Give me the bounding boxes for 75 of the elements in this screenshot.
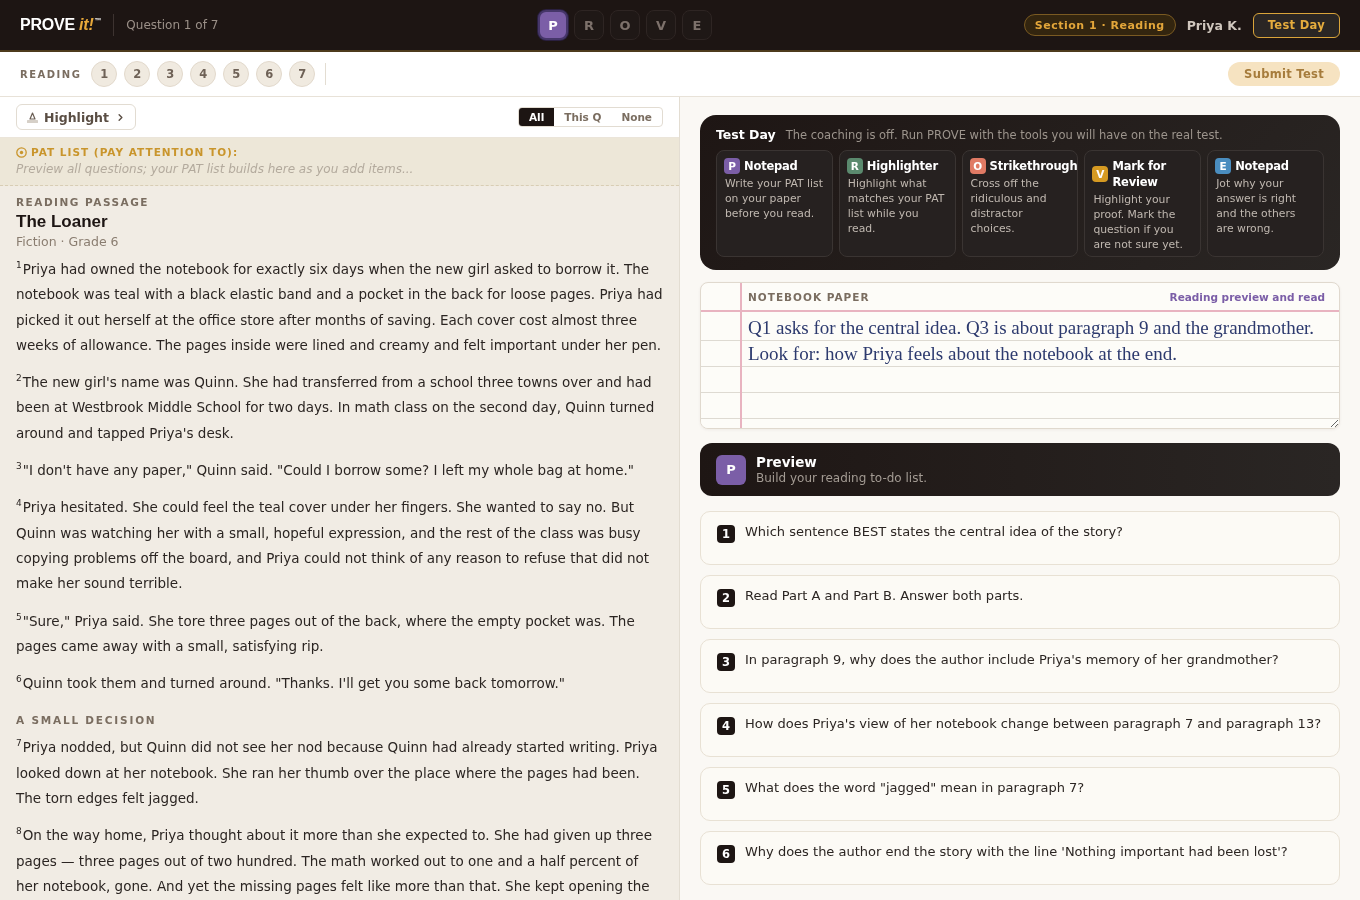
- passage-label: READING PASSAGE: [16, 195, 150, 209]
- passage-paragraph: $^{2}$The new girl's name was Quinn. She had transferred from a school three towns over and had been at Westbrook Middle School for two days. In math class on the second day, Quinn turned around and tapped Priya's desk.: [16, 372, 656, 443]
- step-button[interactable]: E: [682, 10, 712, 40]
- tool-description: Write your PAT list on your paper before you read.: [725, 176, 824, 221]
- question-text: How does Priya's view of her notebook change between paragraph 7 and paragraph 13?: [745, 715, 1322, 733]
- question-number-button[interactable]: 2: [124, 61, 151, 87]
- question-number-button[interactable]: 7: [289, 61, 316, 87]
- pat-list-empty-message: Preview all questions; your PAT list builds here as you add items...: [16, 161, 415, 177]
- question-number-button[interactable]: 6: [256, 61, 283, 87]
- section-label: READING: [20, 68, 82, 80]
- coaching-subtitle: The coaching is off. Run PROVE with the tools you will have on the real test.: [785, 127, 1223, 144]
- question-text: Why does the author end the story with the line 'Nothing important had been lost'?: [745, 843, 1288, 861]
- passage-section-heading: A SMALL DECISION: [16, 713, 158, 728]
- passage-paragraph: $^{3}$"I don't have any paper," Quinn said. "Could I borrow some? I left my whole bag at home.": [16, 460, 635, 481]
- tool-name: Notepad: [1235, 158, 1289, 174]
- pat-list-title: PAT LIST (PAY ATTENTION TO):: [31, 145, 239, 159]
- step-button[interactable]: V: [646, 10, 676, 40]
- tool-name: Notepad: [744, 158, 798, 174]
- question-number-button[interactable]: 4: [190, 61, 217, 87]
- passage-paragraph: $^{4}$Priya hesitated. She could feel the teal cover under her fingers. She wanted to say no. But Quinn was watching her with a small, hopeful expression, and the rest of the class was busy copying problems off the board, and Priya could not think of any reason to refuse that did not make her sound terrible.: [16, 497, 651, 594]
- question-number-badge: 3: [717, 653, 735, 671]
- tool-name: Strikethrough: [989, 158, 1078, 174]
- step-button[interactable]: P: [538, 10, 568, 40]
- notebook-stage: Reading preview and read: [1169, 290, 1325, 303]
- section-badge: Section 1 · Reading: [1023, 14, 1176, 36]
- tool-name: Highlighter: [866, 158, 938, 174]
- step-button[interactable]: R: [574, 10, 604, 40]
- coaching-title: Test Day: [716, 126, 776, 144]
- question-number-badge: 1: [717, 525, 735, 543]
- tool-description: Highlight your proof. Mark the question if you are not sure yet.: [1093, 192, 1184, 252]
- logo: PROVE it!$^{™}$: [20, 16, 102, 34]
- passage-paragraph: $^{1}$Priya had owned the notebook for exactly six days when the new girl asked to borrow it. The notebook was teal with a black elastic band and a pocket in the back for loose pages. Priya had picked it out herself at the office store after months of saving. Each cover cost almost three weeks of allowance. The pages inside were lined and creamy and felt important under her pen.: [16, 259, 663, 355]
- tool-description: Highlight what matches your PAT list while you read.: [847, 176, 946, 236]
- step-subtitle: Build your reading to-do list.: [756, 470, 927, 486]
- passage-title: The Loaner: [16, 211, 109, 233]
- step-letter-badge: P: [716, 454, 746, 485]
- notes-field[interactable]: Q1 asks for the central idea. Q3 is about paragraph 9 and the grandmother. Look for: how Priya feels about the notebook at the end.: [701, 312, 1339, 428]
- question-text: In paragraph 9, why does the author include Priya's memory of her grandmother?: [745, 651, 1279, 669]
- tool-description: Cross off the ridiculous and distractor choices.: [970, 176, 1048, 236]
- tool-description: Jot why your answer is right and the others are wrong.: [1216, 176, 1298, 236]
- question-number-badge: 5: [717, 781, 735, 799]
- filter-tab[interactable]: All: [519, 108, 555, 126]
- tool-letter-badge: R: [846, 158, 863, 174]
- highlight-button[interactable]: Highlight: [16, 104, 136, 130]
- tool-letter-badge: V: [1092, 166, 1109, 182]
- question-number-badge: 4: [717, 717, 735, 735]
- filter-tab[interactable]: None: [611, 108, 662, 126]
- question-number-badge: 6: [717, 845, 735, 863]
- tool-letter-badge: O: [969, 158, 986, 174]
- highlighter-icon: [27, 111, 38, 123]
- question-counter: Question 1 of 7: [126, 18, 219, 32]
- question-text: What does the word "jagged" mean in paragraph 7?: [745, 779, 1085, 797]
- notebook-paper-field[interactable]: NOTEBOOK PAPER Reading preview and read Q1 asks for the central idea. Q3 is about paragraph 9 and the grandmother. Look for: how Priya feels about the notebook at the end.: [700, 282, 1340, 429]
- notebook-label: NOTEBOOK PAPER: [748, 290, 870, 303]
- question-number-badge: 2: [717, 589, 735, 607]
- question-number-button[interactable]: 1: [91, 61, 118, 87]
- passage-meta: Fiction · Grade 6: [16, 233, 120, 250]
- target-icon: [16, 146, 27, 158]
- tool-letter-badge: E: [1215, 158, 1232, 174]
- question-number-button[interactable]: 5: [223, 61, 250, 87]
- tool-name: Mark for Review: [1112, 158, 1167, 190]
- step-button[interactable]: O: [610, 10, 640, 40]
- passage-paragraph: $^{5}$"Sure," Priya said. She tore three pages out of the back, where the empty pocket was. The pages came away with a small, satisfying rip.: [16, 610, 636, 656]
- question-text: Which sentence BEST states the central idea of the story?: [745, 523, 1123, 541]
- test-day-button[interactable]: Test Day: [1252, 12, 1340, 38]
- tool-letter-badge: P: [724, 158, 740, 174]
- passage-paragraph: $^{6}$Quinn took them and turned around. "Thanks. I'll get you some back tomorrow.": [16, 673, 567, 694]
- passage-paragraph: $^{7}$Priya nodded, but Quinn did not see her nod because Quinn had already started writing. Priya looked down at her notebook. She ran her thumb over the place where the pages had been. The torn edges felt jagged.: [16, 737, 659, 809]
- step-title: Preview: [756, 453, 818, 471]
- filter-tab[interactable]: This Q: [554, 108, 612, 126]
- passage-paragraph: $^{8}$On the way home, Priya thought about it more than she expected to. She had given up three pages — three pages out of two hundred. The math worked out to one and a half percent of her notebook, gone. And yet the missing pages felt like more than that. She kept opening the: [16, 825, 653, 896]
- user-name: Priya K.: [1186, 17, 1242, 33]
- chevron-icon: [115, 111, 126, 123]
- question-number-button[interactable]: 3: [157, 61, 184, 87]
- question-text: Read Part A and Part B. Answer both parts.: [745, 587, 1024, 605]
